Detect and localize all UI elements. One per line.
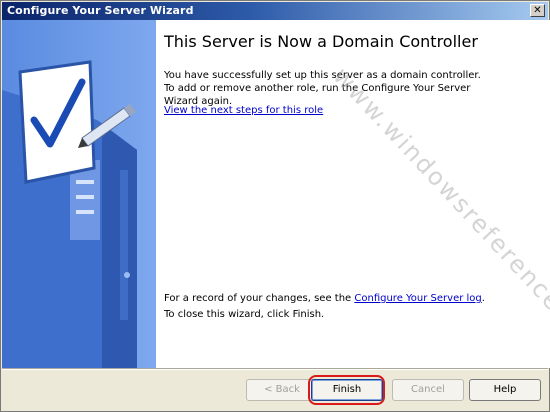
server-log-link[interactable]: Configure Your Server log [354, 293, 481, 304]
cancel-button[interactable]: Cancel [392, 379, 464, 401]
log-line: For a record of your changes, see the Co… [164, 293, 485, 304]
server-checklist-illustration [2, 60, 137, 368]
intro-text: You have successfully set up this server… [164, 70, 481, 107]
log-prefix-text: For a record of your changes, see the [164, 293, 355, 304]
content-pane: This Server is Now a Domain Controller Y… [156, 20, 550, 368]
wizard-window: Configure Your Server Wizard ✕ This Serv… [0, 0, 550, 412]
next-steps-link[interactable]: View the next steps for this role [164, 105, 323, 116]
help-button[interactable]: Help [469, 379, 541, 401]
server-tower-side [97, 120, 137, 368]
title-bar[interactable]: Configure Your Server Wizard ✕ [2, 2, 548, 20]
close-button[interactable]: ✕ [530, 4, 545, 17]
close-icon: ✕ [533, 5, 542, 16]
next-steps-link-container: View the next steps for this role [164, 105, 323, 116]
close-hint-text: To close this wizard, click Finish. [164, 309, 325, 320]
log-suffix-text: . [481, 293, 485, 304]
button-bar-separator [2, 368, 548, 370]
window-title: Configure Your Server Wizard [7, 4, 194, 17]
side-illustration-panel [2, 20, 156, 368]
finish-button[interactable]: Finish [311, 379, 383, 401]
page-title: This Server is Now a Domain Controller [164, 32, 478, 51]
